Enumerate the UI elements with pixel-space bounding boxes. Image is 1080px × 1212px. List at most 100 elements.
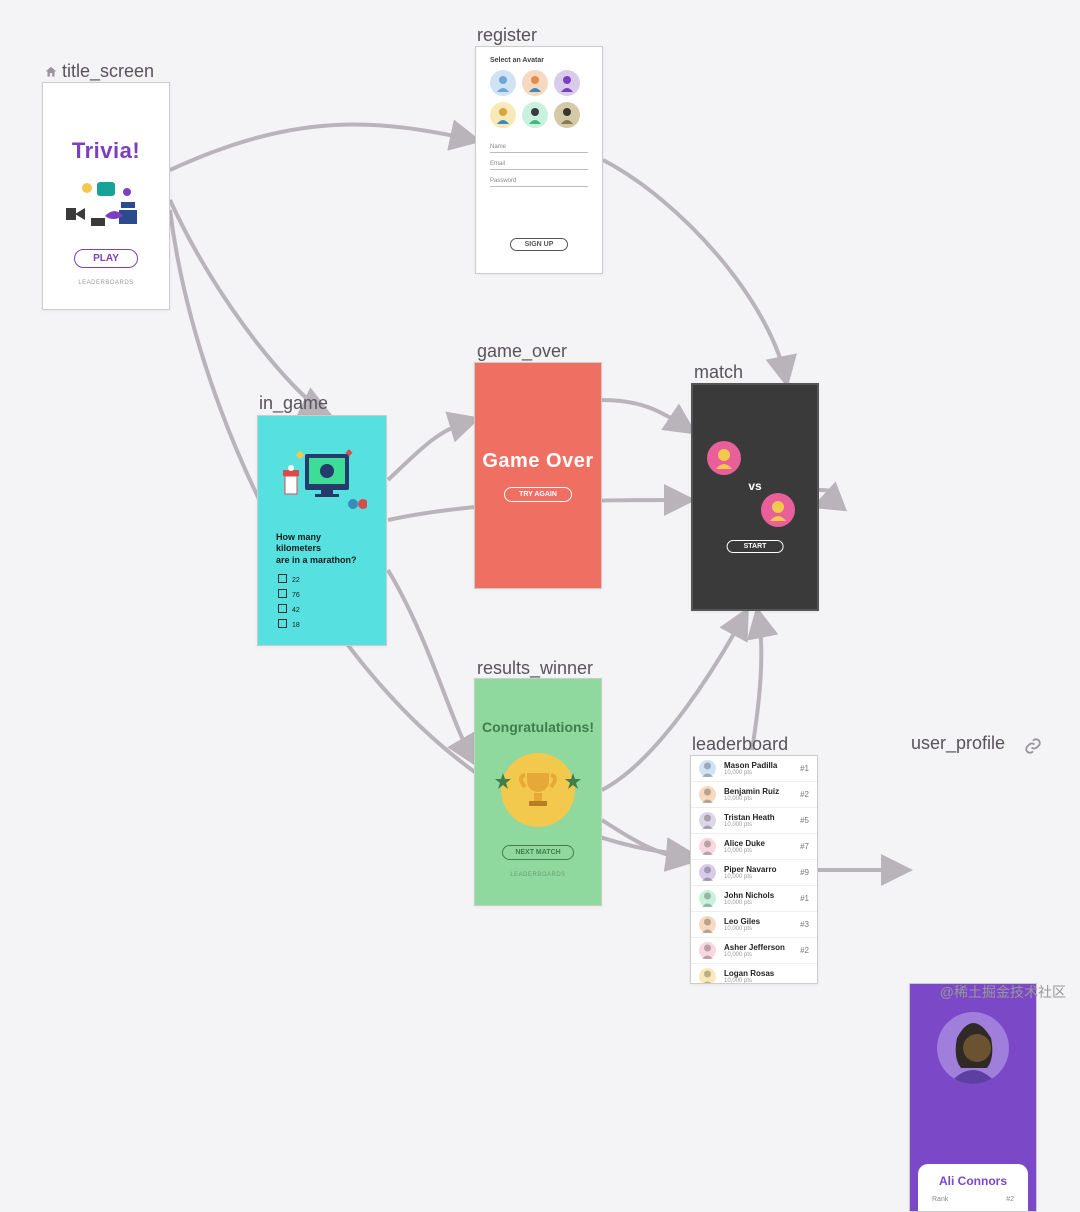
lb-points: 10,000 pts <box>724 848 800 854</box>
lb-avatar <box>699 838 716 855</box>
signup-button[interactable]: SIGN UP <box>510 238 569 251</box>
screen-leaderboard[interactable]: Mason Padilla10,000 pts #1 Benjamin Ruiz… <box>690 755 818 984</box>
lb-name: Alice Duke <box>724 839 800 848</box>
screen-match[interactable]: vs START <box>691 383 819 611</box>
lb-points: 10,000 pts <box>724 874 800 880</box>
lb-rank: #1 <box>800 764 809 773</box>
lb-rank: #2 <box>800 790 809 799</box>
lb-points: 10,000 pts <box>724 952 800 958</box>
leaderboard-row[interactable]: Asher Jefferson10,000 pts #2 <box>691 938 817 964</box>
avatar-option[interactable] <box>554 102 580 128</box>
leaderboards-link[interactable]: LEADERBOARDS <box>475 872 601 878</box>
lb-avatar <box>699 942 716 959</box>
lb-rank: #5 <box>800 816 809 825</box>
lb-avatar <box>699 786 716 803</box>
profile-name: Ali Connors <box>928 1174 1018 1188</box>
select-avatar-heading: Select an Avatar <box>490 57 588 64</box>
screen-register[interactable]: Select an Avatar Name Email Password SIG… <box>475 46 603 274</box>
lb-name: Asher Jefferson <box>724 943 800 952</box>
lb-points: 10,000 pts <box>724 978 809 984</box>
answer-option[interactable]: 76 <box>278 589 366 599</box>
label-match: match <box>694 362 743 383</box>
lb-avatar <box>699 760 716 777</box>
lb-rank: #1 <box>800 894 809 903</box>
trophy-icon <box>501 753 575 827</box>
lb-rank: #7 <box>800 842 809 851</box>
screen-title[interactable]: Trivia! PLAY LEADERBOARDS <box>42 82 170 310</box>
stat-value: #2 <box>1006 1196 1014 1203</box>
lb-points: 10,000 pts <box>724 900 800 906</box>
lb-name: Mason Padilla <box>724 761 800 770</box>
answer-options: 22 76 42 18 <box>278 574 366 629</box>
leaderboard-row[interactable]: Logan Rosas10,000 pts <box>691 964 817 984</box>
profile-card: Ali Connors Rank #2 <box>918 1164 1028 1211</box>
leaderboard-row[interactable]: Piper Navarro10,000 pts #9 <box>691 860 817 886</box>
lb-name: Logan Rosas <box>724 969 809 978</box>
email-field[interactable]: Email <box>490 157 588 170</box>
label-register: register <box>477 25 537 46</box>
lb-points: 10,000 pts <box>724 770 800 776</box>
link-icon <box>1024 737 1042 755</box>
leaderboards-link[interactable]: LEADERBOARDS <box>43 280 169 286</box>
label-user-profile: user_profile <box>911 733 1005 754</box>
label-title-screen: title_screen <box>62 61 154 82</box>
player2-avatar <box>761 493 795 527</box>
lb-avatar <box>699 864 716 881</box>
leaderboard-row[interactable]: Mason Padilla10,000 pts #1 <box>691 756 817 782</box>
answer-option[interactable]: 18 <box>278 619 366 629</box>
avatar-option[interactable] <box>522 70 548 96</box>
answer-option[interactable]: 22 <box>278 574 366 584</box>
avatar-option[interactable] <box>490 102 516 128</box>
next-match-button[interactable]: NEXT MATCH <box>502 845 573 860</box>
lb-rank: #3 <box>800 920 809 929</box>
start-button[interactable]: START <box>727 540 784 553</box>
lb-avatar <box>699 968 716 984</box>
app-title: Trivia! <box>43 138 169 164</box>
label-in-game: in_game <box>259 393 328 414</box>
watermark: @稀土掘金技术社区 <box>940 982 1066 1002</box>
avatar-option[interactable] <box>490 70 516 96</box>
lb-name: Leo Giles <box>724 917 800 926</box>
screen-game-over[interactable]: Game Over TRY AGAIN <box>474 362 602 589</box>
lb-avatar <box>699 890 716 907</box>
avatar-grid <box>490 70 588 128</box>
leaderboard-row[interactable]: John Nichols10,000 pts #1 <box>691 886 817 912</box>
leaderboard-row[interactable]: Alice Duke10,000 pts #7 <box>691 834 817 860</box>
screen-in-game[interactable]: How many kilometersare in a marathon? 22… <box>257 415 387 646</box>
screen-user-profile[interactable]: Ali Connors Rank #2 <box>909 983 1037 1212</box>
lb-name: Piper Navarro <box>724 865 800 874</box>
game-over-title: Game Over <box>475 450 601 473</box>
avatar-option[interactable] <box>554 70 580 96</box>
lb-avatar <box>699 812 716 829</box>
lb-name: Benjamin Ruiz <box>724 787 800 796</box>
leaderboard-row[interactable]: Leo Giles10,000 pts #3 <box>691 912 817 938</box>
lb-name: Tristan Heath <box>724 813 800 822</box>
label-game-over: game_over <box>477 341 567 362</box>
lb-points: 10,000 pts <box>724 796 800 802</box>
vs-label: vs <box>748 479 761 493</box>
screen-results[interactable]: Congratulations! NEXT MATCH LEADERBOARDS <box>474 678 602 906</box>
question-text: How many kilometersare in a marathon? <box>276 532 368 566</box>
avatar-option[interactable] <box>522 102 548 128</box>
name-field[interactable]: Name <box>490 140 588 153</box>
password-field[interactable]: Password <box>490 174 588 187</box>
profile-avatar <box>937 1012 1009 1084</box>
label-leaderboard: leaderboard <box>692 734 788 755</box>
question-art <box>277 446 367 516</box>
lb-name: John Nichols <box>724 891 800 900</box>
leaderboard-row[interactable]: Tristan Heath10,000 pts #5 <box>691 808 817 834</box>
lb-points: 10,000 pts <box>724 926 800 932</box>
decorative-icons <box>61 174 151 234</box>
lb-avatar <box>699 916 716 933</box>
stat-label: Rank <box>932 1196 948 1203</box>
play-button[interactable]: PLAY <box>74 249 138 268</box>
congrats-title: Congratulations! <box>475 719 601 735</box>
leaderboard-row[interactable]: Benjamin Ruiz10,000 pts #2 <box>691 782 817 808</box>
try-again-button[interactable]: TRY AGAIN <box>504 487 572 502</box>
player1-avatar <box>707 441 741 475</box>
answer-option[interactable]: 42 <box>278 604 366 614</box>
home-icon <box>44 65 58 79</box>
lb-rank: #2 <box>800 946 809 955</box>
lb-rank: #9 <box>800 868 809 877</box>
lb-points: 10,000 pts <box>724 822 800 828</box>
